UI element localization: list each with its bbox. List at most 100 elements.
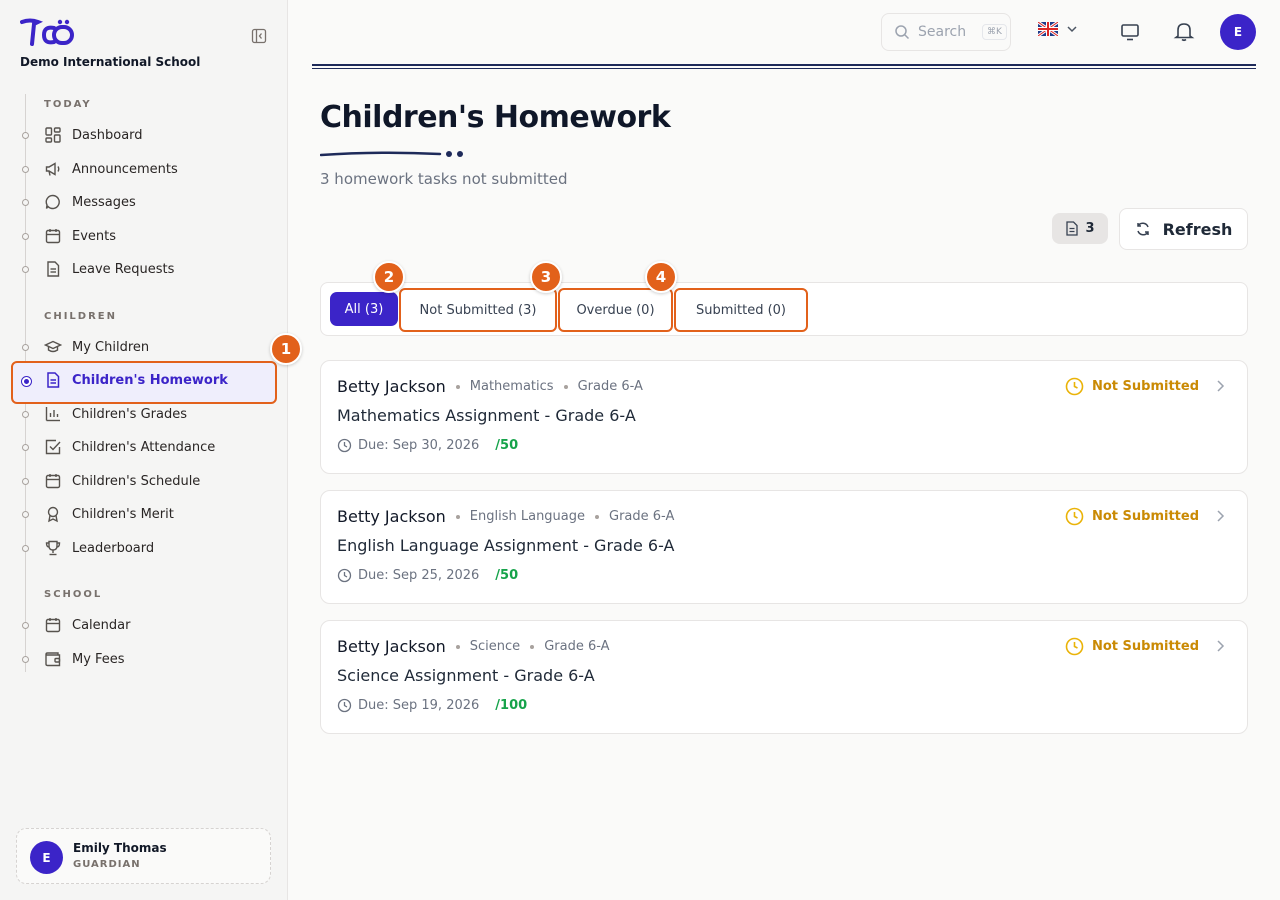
sidebar-item-label: Calendar <box>72 617 131 633</box>
bell-icon[interactable] <box>1173 20 1195 42</box>
separator-dot <box>455 384 460 389</box>
collapse-sidebar-icon[interactable] <box>251 28 267 44</box>
sidebar-item-dashboard[interactable]: Dashboard <box>44 121 274 149</box>
homework-title: English Language Assignment - Grade 6-A <box>337 536 675 555</box>
nav-dot <box>22 411 29 418</box>
dashboard-icon <box>45 127 61 143</box>
school-logo <box>20 18 74 46</box>
checkbox-icon <box>45 439 61 455</box>
search-shortcut: ⌘K <box>982 24 1007 40</box>
nav-dot <box>22 344 29 351</box>
chevron-down-icon <box>1067 26 1077 33</box>
nav-dot <box>22 166 29 173</box>
separator-dot <box>563 384 568 389</box>
chevron-right-icon <box>1217 510 1225 522</box>
tab-submitted[interactable]: Submitted (0) <box>674 288 808 332</box>
due-date-text: Due: Sep 19, 2026 <box>358 698 480 713</box>
bar-chart-icon <box>45 407 60 422</box>
tab-all[interactable]: All (3) <box>330 292 398 326</box>
document-icon <box>47 261 60 277</box>
chevron-right-icon <box>1217 640 1225 652</box>
language-selector[interactable] <box>1038 22 1078 36</box>
max-points: /50 <box>495 568 519 583</box>
user-profile-card[interactable]: E Emily Thomas GUARDIAN <box>16 828 271 884</box>
nav-dot <box>22 656 29 663</box>
nav-dot <box>22 444 29 451</box>
sidebar-item-messages[interactable]: Messages <box>44 188 274 216</box>
trophy-icon <box>45 540 61 556</box>
sidebar-item-my-children[interactable]: My Children <box>44 333 274 361</box>
sidebar-item-childrens-grades[interactable]: Children's Grades <box>44 400 274 428</box>
homework-count-badge: 3 <box>1052 213 1108 244</box>
section-children: CHILDREN <box>44 311 118 322</box>
homework-count: 3 <box>1085 221 1095 236</box>
due-date-text: Due: Sep 30, 2026 <box>358 438 480 453</box>
sidebar-item-calendar[interactable]: Calendar <box>44 611 274 639</box>
nav-dot <box>22 545 29 552</box>
sidebar-item-childrens-attendance[interactable]: Children's Attendance <box>44 433 274 461</box>
class-grade: Grade 6-A <box>577 379 643 394</box>
sidebar-item-leaderboard[interactable]: Leaderboard <box>44 534 274 562</box>
sidebar-item-my-fees[interactable]: My Fees <box>44 645 274 673</box>
class-grade: Grade 6-A <box>544 639 610 654</box>
uk-flag-icon <box>1038 22 1058 36</box>
sidebar-item-childrens-homework[interactable]: Children's Homework <box>44 366 274 394</box>
nav-dot <box>22 199 29 206</box>
max-points: /50 <box>495 438 519 453</box>
title-underline-decoration <box>320 151 463 157</box>
section-school: SCHOOL <box>44 589 103 600</box>
homework-card[interactable]: Betty Jackson Mathematics Grade 6-A Math… <box>320 360 1248 474</box>
homework-title: Science Assignment - Grade 6-A <box>337 666 595 685</box>
sidebar-item-childrens-merit[interactable]: Children's Merit <box>44 500 274 528</box>
sidebar-item-leave-requests[interactable]: Leave Requests <box>44 255 274 283</box>
sidebar-item-label: Children's Grades <box>72 406 187 422</box>
sidebar-item-events[interactable]: Events <box>44 222 274 250</box>
tab-overdue[interactable]: Overdue (0) <box>558 288 673 332</box>
separator-dot <box>530 644 535 649</box>
sidebar-item-label: Dashboard <box>72 127 143 143</box>
page-title: Children's Homework <box>320 100 671 135</box>
nav-dot <box>22 132 29 139</box>
school-name: Demo International School <box>20 55 201 69</box>
sidebar-item-label: My Fees <box>72 651 125 667</box>
search-box[interactable]: ⌘K <box>881 13 1011 51</box>
homework-card[interactable]: Betty Jackson Science Grade 6-A Science … <box>320 620 1248 734</box>
header-avatar[interactable]: E <box>1220 14 1256 50</box>
sidebar-item-label: Announcements <box>72 161 178 177</box>
filter-tabs: All (3) Not Submitted (3) Overdue (0) Su… <box>320 282 1248 336</box>
homework-card[interactable]: Betty Jackson English Language Grade 6-A… <box>320 490 1248 604</box>
sidebar-item-label: Leaderboard <box>72 540 155 556</box>
class-grade: Grade 6-A <box>609 509 675 524</box>
clock-icon <box>337 438 352 453</box>
annotation-marker-3: 3 <box>530 261 562 293</box>
sidebar-item-label: Messages <box>72 194 136 210</box>
student-name: Betty Jackson <box>337 507 446 526</box>
nav-dot <box>22 622 29 629</box>
sidebar-item-announcements[interactable]: Announcements <box>44 155 274 183</box>
tab-not-submitted[interactable]: Not Submitted (3) <box>399 288 557 332</box>
nav-dot <box>22 233 29 240</box>
search-icon <box>895 25 910 40</box>
graduation-cap-icon <box>44 340 62 353</box>
calendar-icon <box>45 474 61 489</box>
student-name: Betty Jackson <box>337 637 446 656</box>
refresh-label: Refresh <box>1162 219 1233 239</box>
subject-name: Science <box>469 639 521 654</box>
chevron-right-icon <box>1217 380 1225 392</box>
sidebar-item-label: Children's Merit <box>72 506 174 522</box>
nav-dot <box>22 478 29 485</box>
sidebar-item-childrens-schedule[interactable]: Children's Schedule <box>44 467 274 495</box>
status-badge: Not Submitted <box>1065 377 1199 396</box>
chat-icon <box>45 194 60 210</box>
homework-title: Mathematics Assignment - Grade 6-A <box>337 406 636 425</box>
search-input[interactable] <box>918 24 974 40</box>
refresh-button[interactable]: Refresh <box>1119 208 1248 250</box>
monitor-icon[interactable] <box>1119 21 1141 43</box>
clock-icon <box>1065 637 1084 656</box>
calendar-icon <box>45 229 61 244</box>
nav-dot <box>22 266 29 273</box>
status-text: Not Submitted <box>1091 509 1199 524</box>
student-name: Betty Jackson <box>337 377 446 396</box>
due-date: Due: Sep 25, 2026 /50 <box>337 568 518 583</box>
status-badge: Not Submitted <box>1065 637 1199 656</box>
